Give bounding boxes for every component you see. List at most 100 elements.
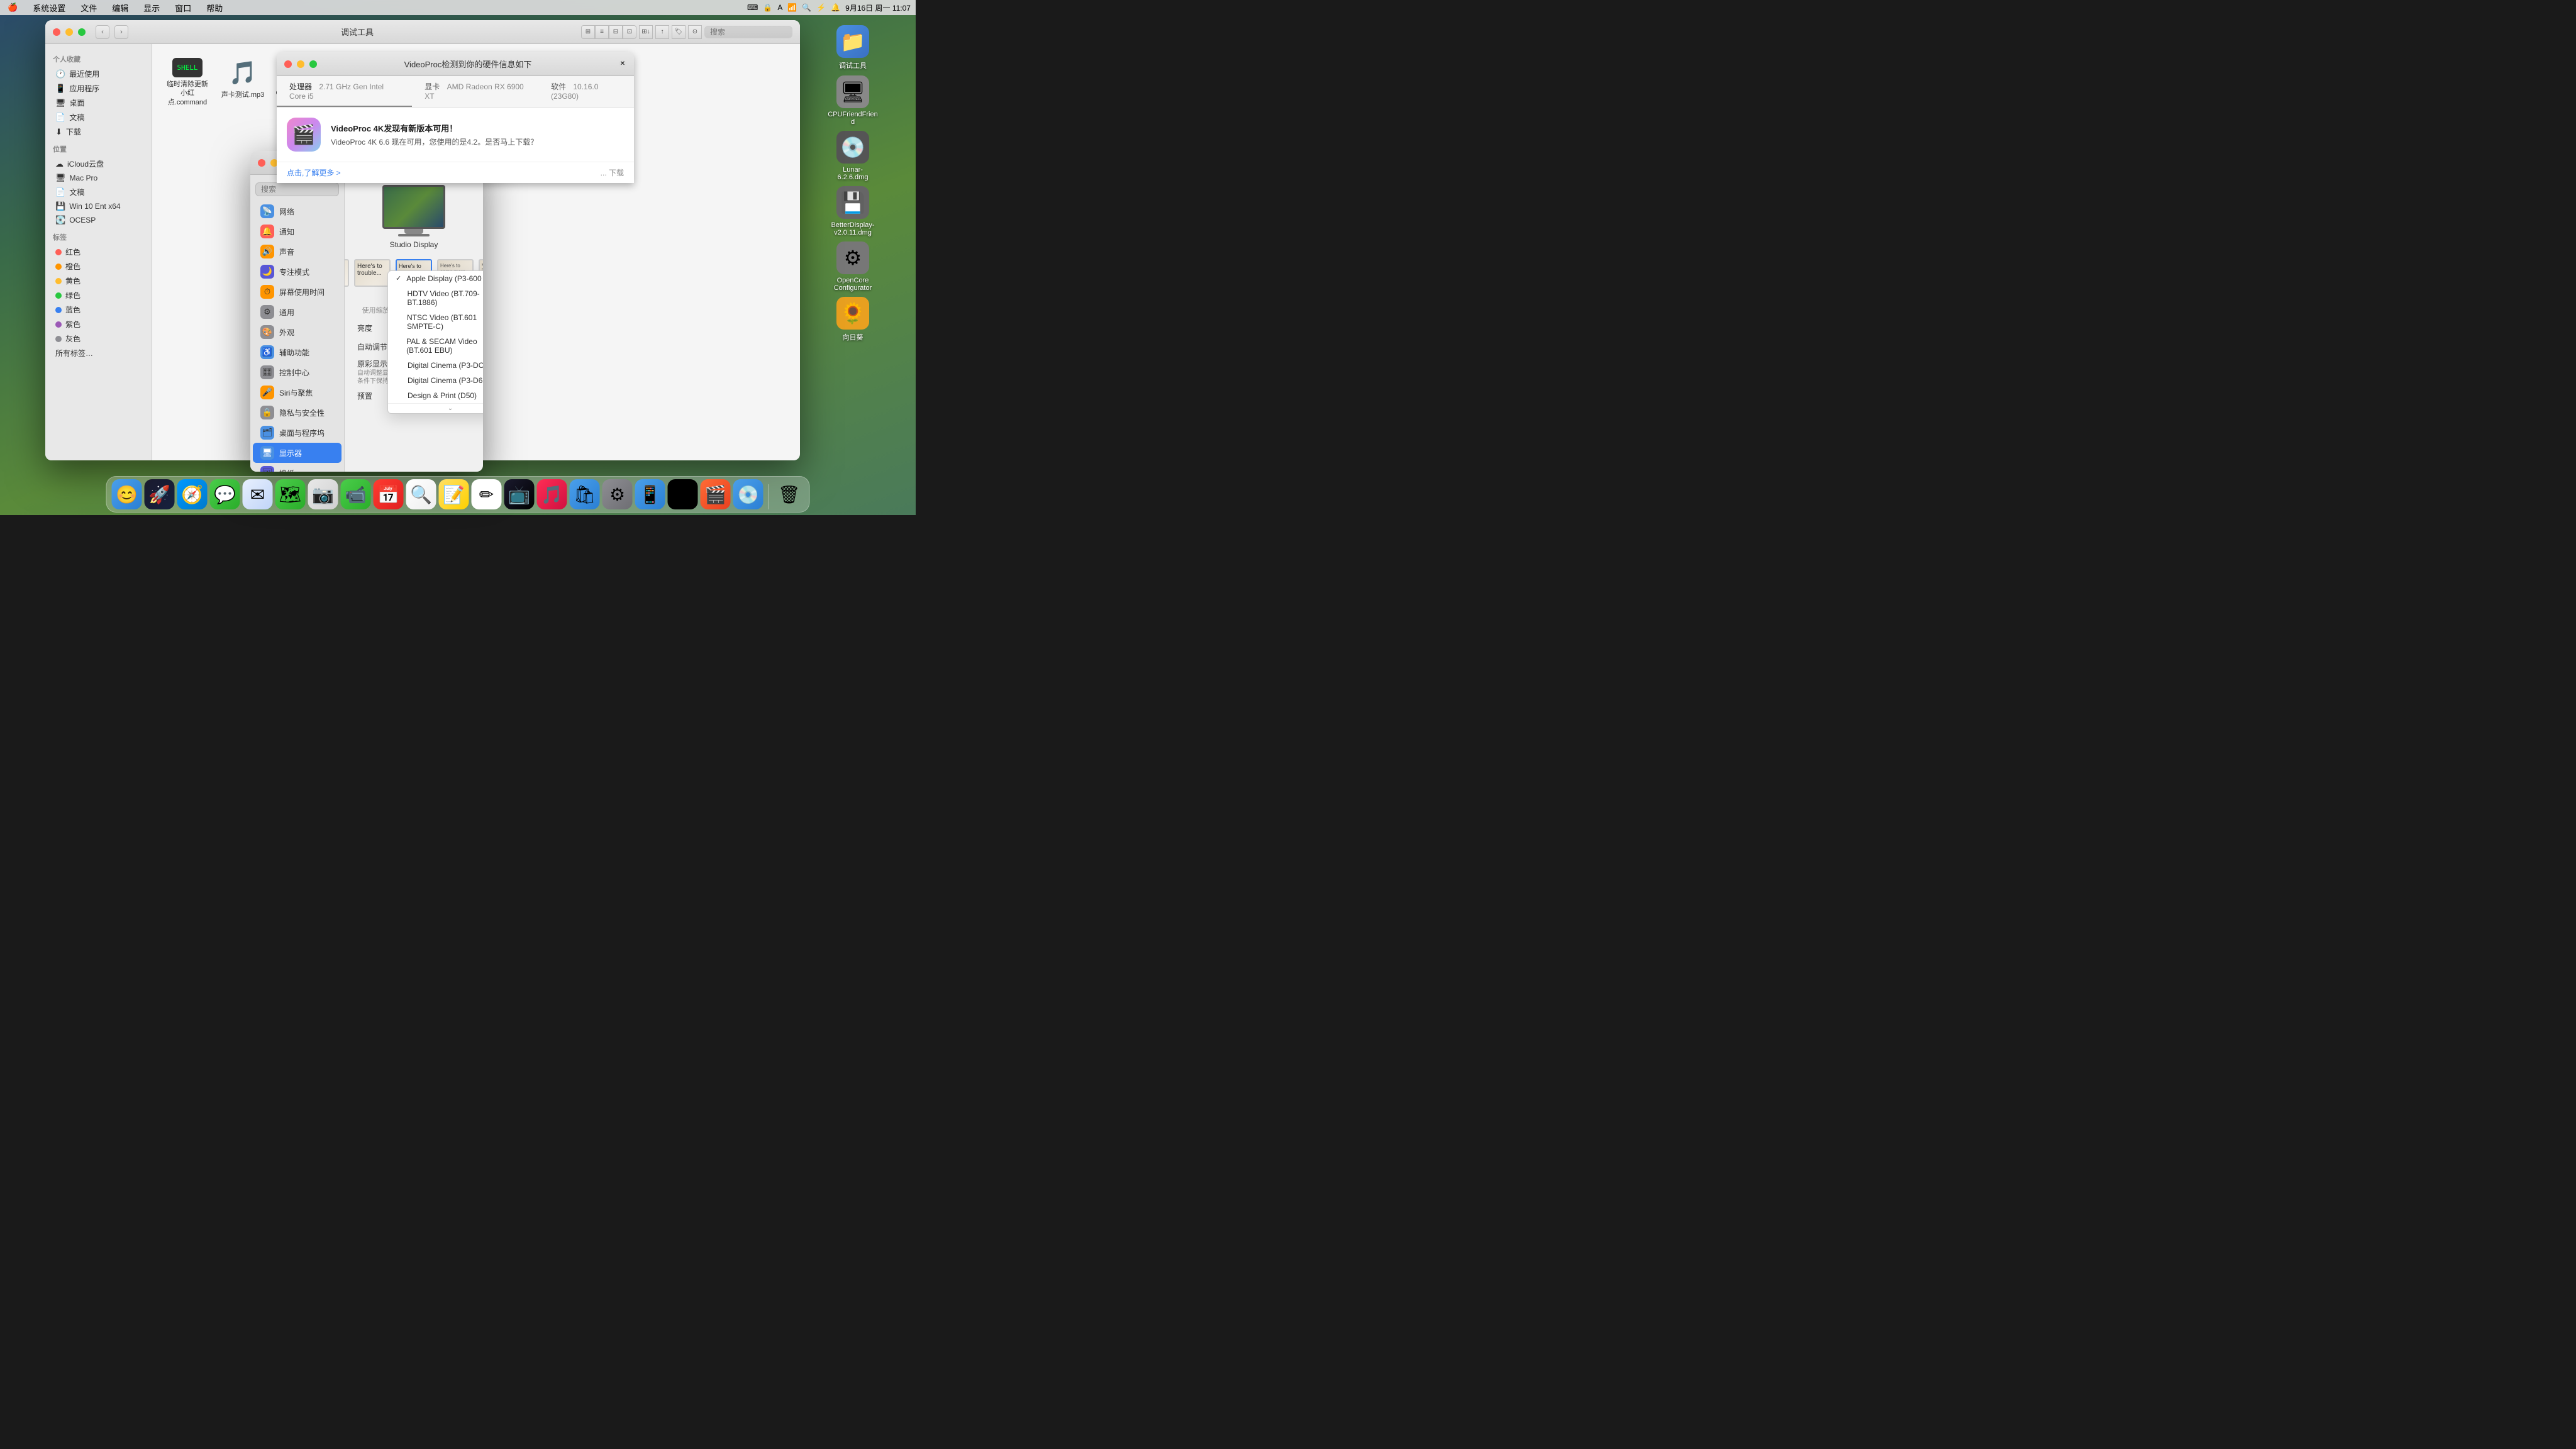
menu-file[interactable]: 文件 (78, 2, 99, 14)
desktop-icon-debugtools[interactable]: 📁 调试工具 (828, 25, 878, 70)
res-option-2[interactable]: Here's totrouble... (354, 259, 391, 297)
menu-window[interactable]: 窗口 (172, 2, 194, 14)
display-close-button[interactable] (258, 159, 265, 167)
lock-icon[interactable]: 🔒 (763, 3, 772, 12)
dock-notes[interactable]: 📝 (439, 479, 469, 509)
settings-item-focus[interactable]: 🌙 专注模式 (253, 262, 341, 282)
sidebar-item-recent[interactable]: 🕐 最近使用 (48, 67, 149, 81)
settings-item-general[interactable]: ⚙ 通用 (253, 302, 341, 322)
videoproc-max[interactable] (309, 60, 317, 68)
sidebar-item-tag-blue[interactable]: 蓝色 (48, 303, 149, 317)
back-button[interactable]: ‹ (96, 25, 109, 39)
sidebar-item-docs2[interactable]: 📄 文稿 (48, 185, 149, 199)
preset-pal[interactable]: PAL & SECAM Video (BT.601 EBU) (388, 334, 483, 358)
sidebar-item-desktop[interactable]: 🖥 桌面 (48, 96, 149, 110)
desktop-icon-cpufriend[interactable]: 🖥 CPUFriendFriend (828, 75, 878, 126)
apple-menu[interactable]: 🍎 (5, 3, 20, 13)
view-gallery-btn[interactable]: ⊡ (623, 25, 636, 39)
settings-item-siri[interactable]: 🎤 Siri与聚焦 (253, 382, 341, 402)
maximize-button[interactable] (78, 28, 86, 36)
preset-apple-display[interactable]: Apple Display (P3-600 nits) (388, 271, 483, 286)
sidebar-item-tag-gray[interactable]: 灰色 (48, 331, 149, 346)
search-menu-icon[interactable]: 🔍 (802, 3, 811, 12)
sidebar-item-tag-purple[interactable]: 紫色 (48, 317, 149, 331)
sidebar-item-tag-orange[interactable]: 橙色 (48, 259, 149, 274)
sidebar-item-macpro[interactable]: 🖥 Mac Pro (48, 171, 149, 185)
videoproc-close[interactable] (284, 60, 292, 68)
tab-software[interactable]: 软件 10.16.0 (23G80) (538, 76, 634, 107)
control-center-icon[interactable]: 🔔 (831, 3, 840, 12)
dock-freeform[interactable]: ✏ (472, 479, 502, 509)
preset-ntsc[interactable]: NTSC Video (BT.601 SMPTE-C) (388, 310, 483, 334)
desktop-icon-opencore[interactable]: ⚙ OpenCore Configurator (828, 242, 878, 292)
dock-photos[interactable]: 📷 (308, 479, 338, 509)
tag-btn[interactable]: 🏷 (672, 25, 686, 39)
sidebar-item-docs[interactable]: 📄 文稿 (48, 110, 149, 125)
videoproc-min[interactable] (297, 60, 304, 68)
sidebar-item-apps[interactable]: 📱 应用程序 (48, 81, 149, 96)
settings-item-notifications[interactable]: 🔔 通知 (253, 221, 341, 242)
settings-item-appearance[interactable]: 🎨 外观 (253, 322, 341, 342)
preset-digital-cinema-dci[interactable]: Digital Cinema (P3-DCI) (388, 358, 483, 373)
settings-item-wallpaper[interactable]: 🖼 墙纸 (253, 463, 341, 472)
wifi-icon[interactable]: 📶 (787, 3, 797, 12)
close-button[interactable] (53, 28, 60, 36)
group-btn[interactable]: ⊞↓ (639, 25, 653, 39)
dock-calendar[interactable]: 📅 (374, 479, 404, 509)
dock-safari[interactable]: 🧭 (177, 479, 208, 509)
share-btn[interactable]: ↑ (655, 25, 669, 39)
dock-sysprefs[interactable]: ⚙ (602, 479, 633, 509)
res-option-larger-text[interactable]: Here's 更大字体 (345, 259, 349, 297)
tab-gpu[interactable]: 显卡 AMD Radeon RX 6900 XT (412, 76, 538, 107)
search-input[interactable] (704, 26, 792, 38)
dock-mail[interactable]: ✉ (243, 479, 273, 509)
sidebar-item-icloud[interactable]: ☁ iCloud云盘 (48, 157, 149, 171)
more-btn[interactable]: ⊙ (688, 25, 702, 39)
forward-button[interactable]: › (114, 25, 128, 39)
dock-appstore[interactable]: 🛍 (570, 479, 600, 509)
tab-processor[interactable]: 处理器 2.71 GHz Gen Intel Core i5 (277, 76, 412, 107)
settings-item-accessibility[interactable]: ♿ 辅助功能 (253, 342, 341, 362)
list-item[interactable]: SHELL 临时清除更新小红点.command (162, 54, 213, 111)
desktop-icon-sunflower[interactable]: 🌻 向日葵 (828, 297, 878, 342)
keyboard-icon[interactable]: A (777, 3, 782, 12)
dock-terminal[interactable]: ⌨ (668, 479, 698, 509)
list-item[interactable]: 🎵 声卡测试.mp3 (218, 54, 268, 111)
view-list-btn[interactable]: ≡ (595, 25, 609, 39)
preset-dropdown[interactable]: Apple Display (P3-600 nits) HDTV Video (… (387, 270, 483, 414)
dock-facetime[interactable]: 📹 (341, 479, 371, 509)
settings-item-screentime[interactable]: ⏱ 屏幕使用时间 (253, 282, 341, 302)
preset-digital-cinema-d65[interactable]: Digital Cinema (P3-D65) (388, 373, 483, 388)
sidebar-item-tag-green[interactable]: 绿色 (48, 288, 149, 303)
videoproc-more-link[interactable]: 点击,了解更多 > (287, 169, 341, 177)
settings-item-dock[interactable]: 🗂 桌面与程序坞 (253, 423, 341, 443)
settings-item-network[interactable]: 📡 网络 (253, 201, 341, 221)
settings-item-display[interactable]: 🖥 显示器 (253, 443, 341, 463)
videoproc-close-x[interactable]: ✕ (619, 60, 626, 68)
settings-item-controlcenter[interactable]: 🎛 控制中心 (253, 362, 341, 382)
view-column-btn[interactable]: ⊟ (609, 25, 623, 39)
menu-display[interactable]: 显示 (141, 2, 162, 14)
view-icon-btn[interactable]: ⊞ (581, 25, 595, 39)
sidebar-item-ocesp[interactable]: 💽 OCESP (48, 213, 149, 227)
menu-edit[interactable]: 编辑 (109, 2, 131, 14)
dock-appletv[interactable]: 📺 (504, 479, 535, 509)
sidebar-item-win10[interactable]: 💾 Win 10 Ent x64 (48, 199, 149, 213)
settings-item-sound[interactable]: 🔊 声音 (253, 242, 341, 262)
minimize-button[interactable] (65, 28, 73, 36)
input-source-icon[interactable]: ⌨ (747, 3, 758, 12)
dock-finder[interactable]: 😊 (112, 479, 142, 509)
dock-launchpad[interactable]: 🚀 (145, 479, 175, 509)
dock-spotlight[interactable]: 🔍 (406, 479, 436, 509)
settings-item-privacy[interactable]: 🔒 隐私与安全性 (253, 402, 341, 423)
dock-videoproc[interactable]: 🎬 (701, 479, 731, 509)
desktop-icon-betterdisplay[interactable]: 💾 BetterDisplay-v2.0.11.dmg (828, 186, 878, 236)
desktop-icon-lunar[interactable]: 💿 Lunar-6.2.6.dmg (828, 131, 878, 181)
sidebar-item-tag-yellow[interactable]: 黄色 (48, 274, 149, 288)
notification-icon[interactable]: ⚡ (816, 3, 826, 12)
preset-design-print[interactable]: Design & Print (D50) (388, 388, 483, 403)
menu-system-settings[interactable]: 系统设置 (30, 2, 68, 14)
sidebar-item-downloads[interactable]: ⬇ 下载 (48, 125, 149, 139)
dock-music[interactable]: 🎵 (537, 479, 567, 509)
dock-anytodmg[interactable]: 💿 (733, 479, 763, 509)
